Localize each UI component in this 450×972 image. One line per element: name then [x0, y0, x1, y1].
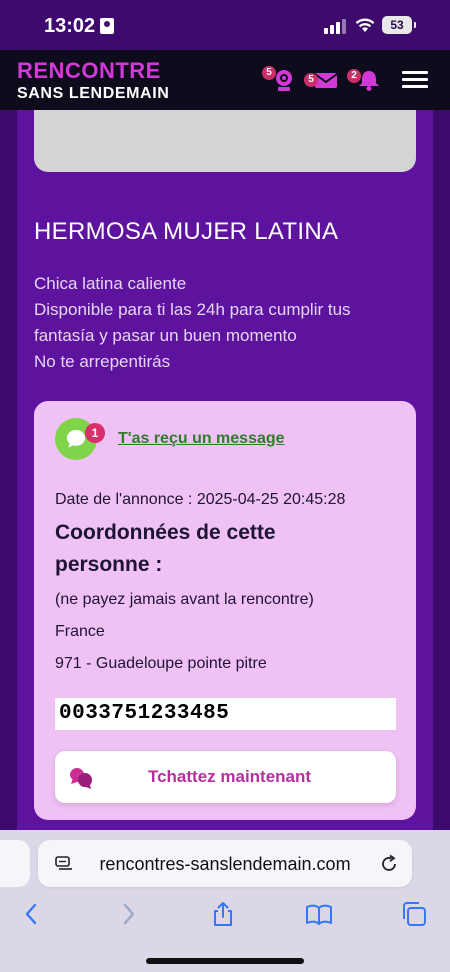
messages-button[interactable]: 5	[304, 68, 338, 92]
chat-now-label: Tchattez maintenant	[147, 767, 312, 786]
notifications-badge: 2	[347, 69, 361, 83]
messages-badge: 5	[304, 73, 318, 87]
ad-date: Date de l'annonce : 2025-04-25 20:45:28	[55, 491, 346, 508]
home-indicator[interactable]	[146, 958, 304, 964]
bookmarks-icon[interactable]	[305, 900, 333, 928]
site-header: RENCONTRE SANS LENDEMAIN 5 5 2	[0, 50, 450, 110]
webcam-button[interactable]: 5	[262, 66, 296, 92]
logo-line-1[interactable]: RENCONTRE	[17, 58, 161, 84]
ad-description-line: Chica latina caliente	[34, 274, 187, 293]
payment-warning: (ne payez jamais avant la rencontre)	[55, 591, 314, 608]
ad-photo[interactable]	[34, 110, 416, 172]
contact-heading: Coordonnées de cette personne :	[55, 521, 276, 576]
message-count-badge: 1	[85, 423, 105, 443]
ad-description-line: No te arrepentirás	[34, 352, 171, 371]
address-bar[interactable]: rencontres-sanslendemain.com	[38, 840, 412, 887]
menu-button[interactable]	[402, 71, 428, 89]
status-bar: 13:02 53	[0, 0, 450, 50]
page-content[interactable]: HERMOSA MUJER LATINA Chica latina calien…	[0, 110, 450, 830]
signal-icon	[324, 18, 348, 34]
ad-description-line: fantasía y pasar un buen momento	[34, 326, 297, 345]
browser-toolbar: rencontres-sanslendemain.com	[0, 830, 450, 972]
region: 971 - Guadeloupe pointe pitre	[55, 655, 267, 672]
chat-now-button[interactable]: Tchattez maintenant	[55, 751, 396, 803]
ad-description-line: Disponible para ti las 24h para cumplir …	[34, 300, 351, 319]
previous-tab-preview[interactable]	[0, 840, 30, 887]
ad-title: HERMOSA MUJER LATINA	[34, 218, 339, 245]
webcam-badge: 5	[262, 66, 276, 80]
url-text: rencontres-sanslendemain.com	[99, 854, 351, 874]
country: France	[55, 623, 105, 640]
contact-card-icon	[100, 18, 114, 34]
share-icon[interactable]	[209, 900, 237, 928]
tabs-icon[interactable]	[400, 900, 428, 928]
status-time: 13:02	[44, 15, 96, 37]
wifi-icon	[355, 18, 375, 32]
ad-card: HERMOSA MUJER LATINA Chica latina calien…	[17, 110, 433, 830]
phone-number-image[interactable]: 0033751233485	[55, 698, 396, 730]
logo-line-2[interactable]: SANS LENDEMAIN	[17, 85, 169, 103]
forward-arrow-icon[interactable]	[114, 900, 142, 928]
back-arrow-icon[interactable]	[18, 900, 46, 928]
contact-info-box: 1 T'as reçu un message Date de l'annonce…	[34, 401, 416, 820]
reload-icon[interactable]	[379, 854, 399, 874]
notifications-button[interactable]: 2	[347, 68, 382, 92]
message-link[interactable]: T'as reçu un message	[118, 430, 285, 448]
battery-indicator: 53	[382, 16, 416, 34]
